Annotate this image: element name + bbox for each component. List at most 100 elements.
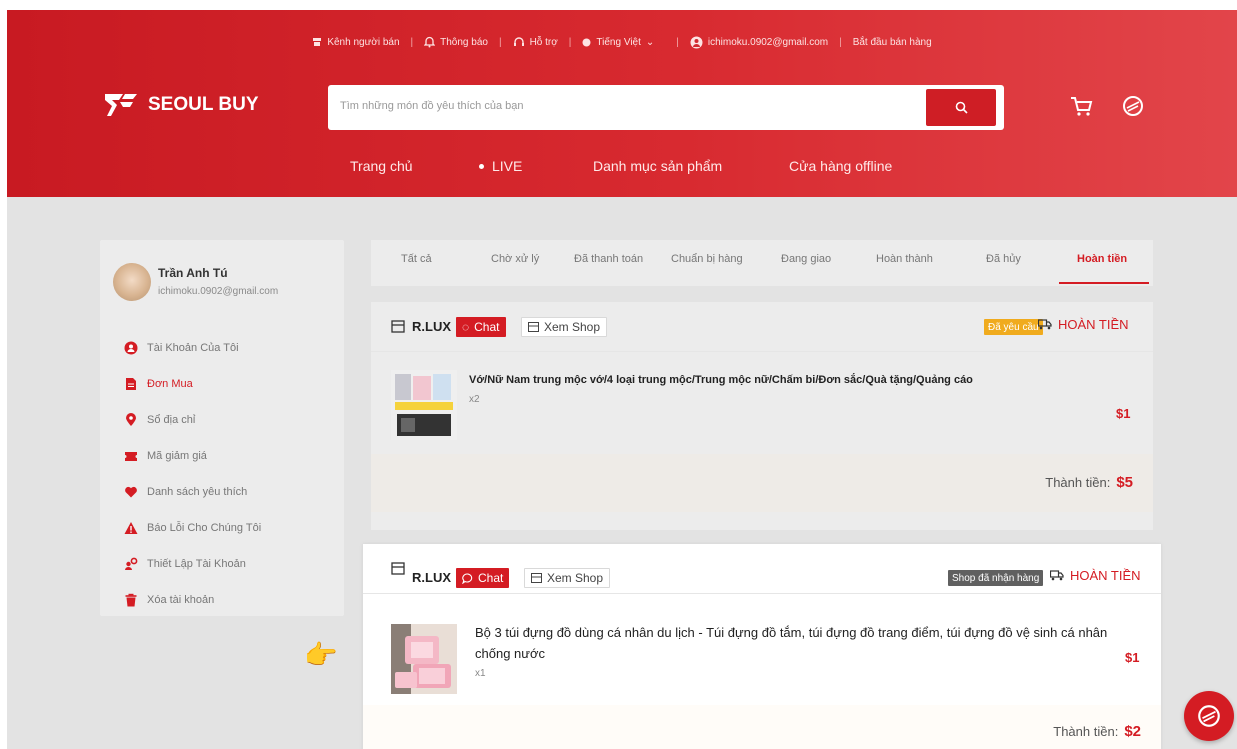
product-price: $1	[1116, 406, 1131, 421]
chat-icon: ◌	[462, 320, 470, 334]
chat-button[interactable]: Chat	[456, 568, 510, 588]
chat-bubble-icon[interactable]	[1121, 94, 1145, 118]
seller-channel-label: Kênh người bán	[327, 36, 400, 48]
refund-status-label: HOÀN TIỀN	[1058, 317, 1129, 332]
tab-preparing[interactable]: Chuẩn bị hàng	[671, 253, 743, 265]
store-icon	[313, 38, 322, 46]
top-bar: Kênh người bán | Thông báo | Hỗ trợ | Ti…	[7, 34, 1237, 50]
sidebar-item-address-book[interactable]: Sổ địa chỉ	[124, 402, 261, 438]
tab-completed[interactable]: Hoàn thành	[876, 253, 933, 265]
sidebar-item-label: Đơn Mua	[147, 378, 193, 390]
tab-all[interactable]: Tất cả	[401, 253, 432, 265]
nav-categories[interactable]: Danh mục sản phẩm	[593, 158, 722, 174]
bell-icon	[424, 36, 436, 48]
order-card: R.LUX ◌ Chat Xem Shop Đã yêu cầu HOÀN TI…	[371, 302, 1153, 530]
trash-icon	[125, 593, 137, 607]
shop-row: R.LUX ◌ Chat Xem Shop Đã yêu cầu HOÀN TI…	[371, 302, 1153, 352]
toiletry-bag-image	[391, 624, 457, 694]
shop-icon	[528, 322, 539, 332]
status-badge: Shop đã nhận hàng	[948, 570, 1044, 586]
sidebar-item-vouchers[interactable]: Mã giảm giá	[124, 438, 261, 474]
live-dot-icon	[479, 163, 484, 169]
view-shop-label: Xem Shop	[544, 320, 601, 334]
status-badge: Đã yêu cầu	[984, 319, 1043, 335]
heart-icon	[125, 486, 137, 498]
truck-icon	[1050, 570, 1064, 581]
sidebar-item-label: Danh sách yêu thích	[147, 486, 248, 498]
chat-button[interactable]: ◌ Chat	[456, 317, 506, 337]
order-card: R.LUX Chat Xem Shop Shop đã nhận hàng HO…	[363, 544, 1161, 749]
nav-offline-stores[interactable]: Cửa hàng offline	[789, 158, 892, 174]
tab-refund[interactable]: Hoàn tiền	[1077, 253, 1127, 265]
ticket-icon	[125, 452, 137, 461]
product-price: $1	[1125, 650, 1140, 665]
product-qty: x1	[475, 668, 486, 679]
refund-status: HOÀN TIỀN	[1050, 568, 1141, 583]
account-avatar-icon	[690, 36, 703, 48]
sidebar-item-wishlist[interactable]: Danh sách yêu thích	[124, 474, 261, 510]
search-bar[interactable]: Tìm những món đồ yêu thích của bạn	[328, 85, 1004, 130]
sidebar-item-delete-account[interactable]: Xóa tài khoản	[124, 582, 261, 618]
order-total-label: Thành tiền:	[1053, 724, 1119, 739]
product-thumbnail[interactable]	[391, 370, 457, 440]
chat-button-label: Chat	[474, 320, 500, 334]
account-link[interactable]: ichimoku.0902@gmail.com	[690, 36, 828, 49]
account-sidebar: Trần Anh Tú ichimoku.0902@gmail.com Tài …	[100, 240, 344, 616]
nav-live-label: LIVE	[492, 158, 523, 174]
nav-live[interactable]: LIVE	[479, 158, 522, 174]
sidebar-item-report-bug[interactable]: Báo Lỗi Cho Chúng Tôi	[124, 510, 261, 546]
site-header: Kênh người bán | Thông báo | Hỗ trợ | Ti…	[7, 10, 1237, 197]
language-label: Tiếng Việt	[596, 36, 641, 48]
sidebar-menu: Tài Khoản Của Tôi Đơn Mua Sổ địa chỉ Mã …	[124, 330, 261, 618]
view-shop-button[interactable]: Xem Shop	[521, 317, 608, 337]
account-email: ichimoku.0902@gmail.com	[707, 36, 829, 48]
shop-name[interactable]: R.LUX	[412, 319, 451, 334]
sidebar-item-label: Tài Khoản Của Tôi	[147, 342, 239, 354]
people-settings-icon	[125, 557, 138, 570]
headset-icon	[513, 37, 524, 46]
order-total-value: $2	[1124, 723, 1141, 740]
language-select[interactable]: Tiếng Việt ⌄	[582, 37, 654, 48]
sidebar-item-label: Báo Lỗi Cho Chúng Tôi	[147, 522, 262, 534]
active-tab-underline	[1059, 282, 1149, 284]
avatar[interactable]	[113, 263, 151, 301]
tab-shipping[interactable]: Đang giao	[781, 253, 831, 265]
sidebar-item-my-account[interactable]: Tài Khoản Của Tôi	[124, 330, 261, 366]
refund-status: HOÀN TIỀN	[1038, 317, 1129, 332]
order-total: Thành tiền: $5	[1045, 474, 1133, 491]
order-total: Thành tiền: $2	[1053, 723, 1141, 740]
cart-icon[interactable]	[1069, 94, 1093, 118]
site-logo[interactable]: SEOUL BUY	[103, 92, 259, 118]
user-name: Trần Anh Tú	[158, 266, 228, 280]
order-status-tabs: Tất cả Chờ xử lý Đã thanh toán Chuẩn bị …	[371, 240, 1153, 286]
chat-icon	[462, 572, 473, 584]
sidebar-item-label: Thiết Lập Tài Khoản	[147, 558, 246, 570]
view-shop-label: Xem Shop	[547, 571, 604, 585]
socks-image	[391, 370, 457, 440]
notifications-link[interactable]: Thông báo	[424, 36, 488, 48]
floating-chat-button[interactable]	[1184, 691, 1234, 741]
view-shop-button[interactable]: Xem Shop	[524, 568, 611, 588]
user-icon	[124, 341, 138, 355]
search-button[interactable]	[926, 89, 996, 126]
search-input[interactable]: Tìm những món đồ yêu thích của bạn	[340, 100, 523, 112]
globe-icon	[582, 38, 591, 46]
shop-icon	[531, 573, 542, 583]
sidebar-item-purchases[interactable]: Đơn Mua	[124, 366, 261, 402]
tab-paid[interactable]: Đã thanh toán	[574, 253, 643, 265]
product-name[interactable]: Vớ/Nữ Nam trung mộc vớ/4 loại trung mộc/…	[469, 370, 1089, 391]
sidebar-item-account-settings[interactable]: Thiết Lập Tài Khoản	[124, 546, 261, 582]
support-link[interactable]: Hỗ trợ	[513, 36, 558, 48]
start-selling-link[interactable]: Bắt đầu bán hàng	[853, 37, 932, 48]
seller-channel-link[interactable]: Kênh người bán	[312, 36, 400, 48]
shop-name[interactable]: R.LUX	[412, 570, 451, 585]
shop-icon	[391, 562, 405, 575]
tab-pending[interactable]: Chờ xử lý	[491, 253, 539, 265]
main-nav: Trang chủ LIVE Danh mục sản phẩm Cửa hàn…	[7, 158, 1237, 178]
document-icon	[126, 378, 136, 390]
product-name[interactable]: Bộ 3 túi đựng đồ dùng cá nhân du lịch - …	[475, 622, 1115, 664]
nav-home[interactable]: Trang chủ	[350, 158, 413, 174]
tab-cancelled[interactable]: Đã hủy	[986, 253, 1021, 265]
product-thumbnail[interactable]	[391, 624, 457, 694]
chat-button-label: Chat	[478, 571, 504, 585]
